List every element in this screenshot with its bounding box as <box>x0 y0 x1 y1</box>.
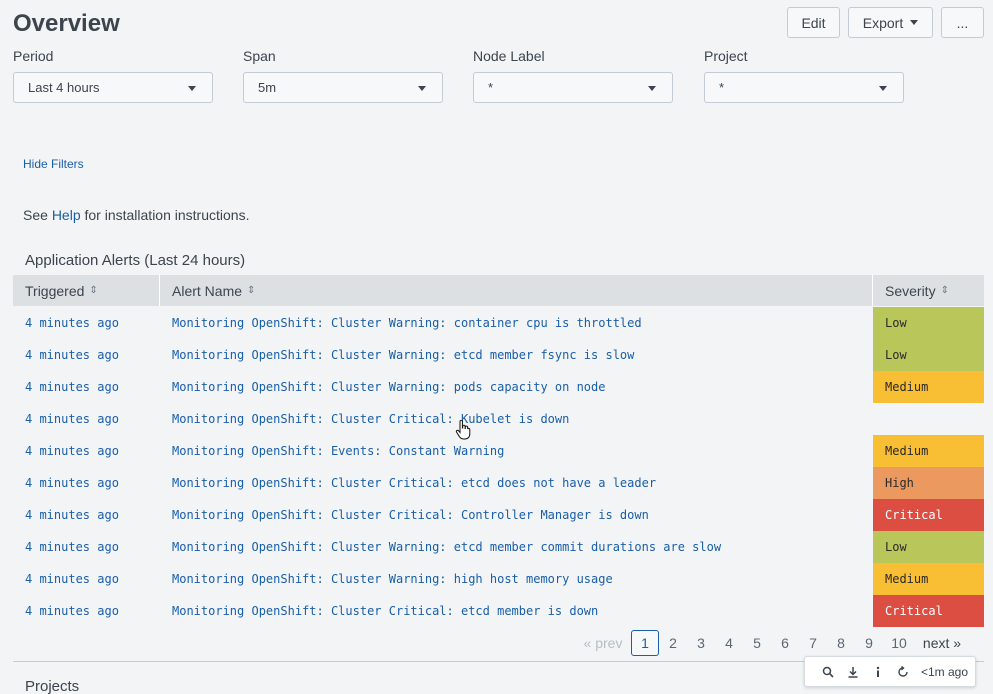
alert-name-cell[interactable]: Monitoring OpenShift: Cluster Critical: … <box>160 412 873 426</box>
alerts-panel-title: Application Alerts (Last 24 hours) <box>25 252 246 269</box>
span-value: 5m <box>258 80 277 95</box>
column-header-severity[interactable]: Severity ⇕ <box>873 275 984 306</box>
sort-icon: ⇕ <box>247 285 256 296</box>
alerts-table-header: Triggered ⇕ Alert Name ⇕ Severity ⇕ <box>13 275 984 306</box>
triggered-cell[interactable]: 4 minutes ago <box>13 604 160 618</box>
help-link[interactable]: Help <box>52 207 81 223</box>
triggered-cell[interactable]: 4 minutes ago <box>13 380 160 394</box>
filter-label-period: Period <box>13 48 54 64</box>
alert-name-cell[interactable]: Monitoring OpenShift: Cluster Warning: e… <box>160 540 873 554</box>
sort-icon: ⇕ <box>940 285 949 296</box>
period-select[interactable]: Last 4 hours <box>13 72 213 103</box>
help-suffix: for installation instructions. <box>80 207 250 223</box>
severity-cell: Critical <box>873 499 984 531</box>
triggered-cell[interactable]: 4 minutes ago <box>13 508 160 522</box>
column-header-triggered[interactable]: Triggered ⇕ <box>13 275 160 306</box>
severity-cell: Medium <box>873 435 984 467</box>
table-row: 4 minutes ago Monitoring OpenShift: Event… <box>13 435 984 467</box>
severity-cell: Critical <box>873 595 984 627</box>
export-button[interactable]: Export <box>848 7 933 38</box>
table-row: 4 minutes ago Monitoring OpenShift: Clust… <box>13 499 984 531</box>
page-button-4[interactable]: 4 <box>716 630 742 656</box>
triggered-cell[interactable]: 4 minutes ago <box>13 444 160 458</box>
alert-name-cell[interactable]: Monitoring OpenShift: Cluster Warning: h… <box>160 572 873 586</box>
table-row: 4 minutes ago Monitoring OpenShift: Clust… <box>13 531 984 563</box>
alert-name-cell[interactable]: Monitoring OpenShift: Events: Constant W… <box>160 444 873 458</box>
triggered-cell[interactable]: 4 minutes ago <box>13 316 160 330</box>
more-button[interactable]: ... <box>941 7 984 38</box>
alert-name-cell[interactable]: Monitoring OpenShift: Cluster Warning: p… <box>160 380 873 394</box>
column-label: Severity <box>885 282 936 299</box>
page-button-2[interactable]: 2 <box>660 630 686 656</box>
span-select[interactable]: 5m <box>243 72 443 103</box>
chevron-down-icon <box>910 20 919 25</box>
filter-label-project: Project <box>704 48 748 64</box>
help-text: See Help for installation instructions. <box>23 207 249 223</box>
severity-cell: Medium <box>873 563 984 595</box>
sort-icon: ⇕ <box>89 285 98 296</box>
filter-label-node-label: Node Label <box>473 48 545 64</box>
project-select[interactable]: * <box>704 72 904 103</box>
node-label-value: * <box>488 80 494 95</box>
filter-label-span: Span <box>243 48 276 64</box>
table-row: 4 minutes ago Monitoring OpenShift: Clust… <box>13 563 984 595</box>
node-label-select[interactable]: * <box>473 72 673 103</box>
column-header-alert-name[interactable]: Alert Name ⇕ <box>160 275 873 306</box>
severity-cell <box>873 403 984 435</box>
page-button-6[interactable]: 6 <box>772 630 798 656</box>
page-button-8[interactable]: 8 <box>828 630 854 656</box>
panel-toolbar: <1m ago <box>804 656 976 687</box>
triggered-cell[interactable]: 4 minutes ago <box>13 540 160 554</box>
project-value: * <box>719 80 725 95</box>
page-button-7[interactable]: 7 <box>800 630 826 656</box>
alert-name-cell[interactable]: Monitoring OpenShift: Cluster Critical: … <box>160 476 873 490</box>
table-row: 4 minutes ago Monitoring OpenShift: Clust… <box>13 403 984 435</box>
help-prefix: See <box>23 207 52 223</box>
table-row: 4 minutes ago Monitoring OpenShift: Clust… <box>13 595 984 627</box>
page-title: Overview <box>13 10 120 37</box>
download-icon[interactable] <box>840 661 865 683</box>
page-button-1[interactable]: 1 <box>631 630 659 656</box>
table-row: 4 minutes ago Monitoring OpenShift: Clust… <box>13 467 984 499</box>
alert-name-cell[interactable]: Monitoring OpenShift: Cluster Warning: c… <box>160 316 873 330</box>
edit-button[interactable]: Edit <box>787 7 840 38</box>
pagination-prev[interactable]: « prev <box>580 630 626 656</box>
pagination-next[interactable]: next » <box>918 630 966 656</box>
table-row: 4 minutes ago Monitoring OpenShift: Clust… <box>13 307 984 339</box>
alert-name-cell[interactable]: Monitoring OpenShift: Cluster Critical: … <box>160 508 873 522</box>
search-icon[interactable] <box>815 661 840 683</box>
chevron-down-icon <box>648 86 656 91</box>
chevron-down-icon <box>418 86 426 91</box>
column-label: Triggered <box>25 282 85 299</box>
last-refresh-time: <1m ago <box>921 664 969 679</box>
triggered-cell[interactable]: 4 minutes ago <box>13 412 160 426</box>
page-button-5[interactable]: 5 <box>744 630 770 656</box>
severity-cell: Medium <box>873 371 984 403</box>
chevron-down-icon <box>879 86 887 91</box>
triggered-cell[interactable]: 4 minutes ago <box>13 572 160 586</box>
refresh-icon[interactable] <box>890 661 915 683</box>
table-row: 4 minutes ago Monitoring OpenShift: Clust… <box>13 371 984 403</box>
severity-cell: High <box>873 467 984 499</box>
triggered-cell[interactable]: 4 minutes ago <box>13 348 160 362</box>
projects-panel-title: Projects <box>25 678 80 694</box>
hand-cursor-icon <box>455 420 471 440</box>
severity-cell: Low <box>873 531 984 563</box>
page-button-3[interactable]: 3 <box>688 630 714 656</box>
severity-cell: Low <box>873 339 984 371</box>
alert-name-cell[interactable]: Monitoring OpenShift: Cluster Warning: e… <box>160 348 873 362</box>
hide-filters-link[interactable]: Hide Filters <box>23 157 84 171</box>
column-label: Alert Name <box>172 282 243 299</box>
alert-name-cell[interactable]: Monitoring OpenShift: Cluster Critical: … <box>160 604 873 618</box>
page-button-9[interactable]: 9 <box>856 630 882 656</box>
export-label: Export <box>862 14 904 31</box>
info-icon[interactable] <box>865 661 890 683</box>
severity-cell: Low <box>873 307 984 339</box>
triggered-cell[interactable]: 4 minutes ago <box>13 476 160 490</box>
period-value: Last 4 hours <box>28 80 100 95</box>
table-row: 4 minutes ago Monitoring OpenShift: Clust… <box>13 339 984 371</box>
page-button-10[interactable]: 10 <box>884 630 914 656</box>
chevron-down-icon <box>188 86 196 91</box>
